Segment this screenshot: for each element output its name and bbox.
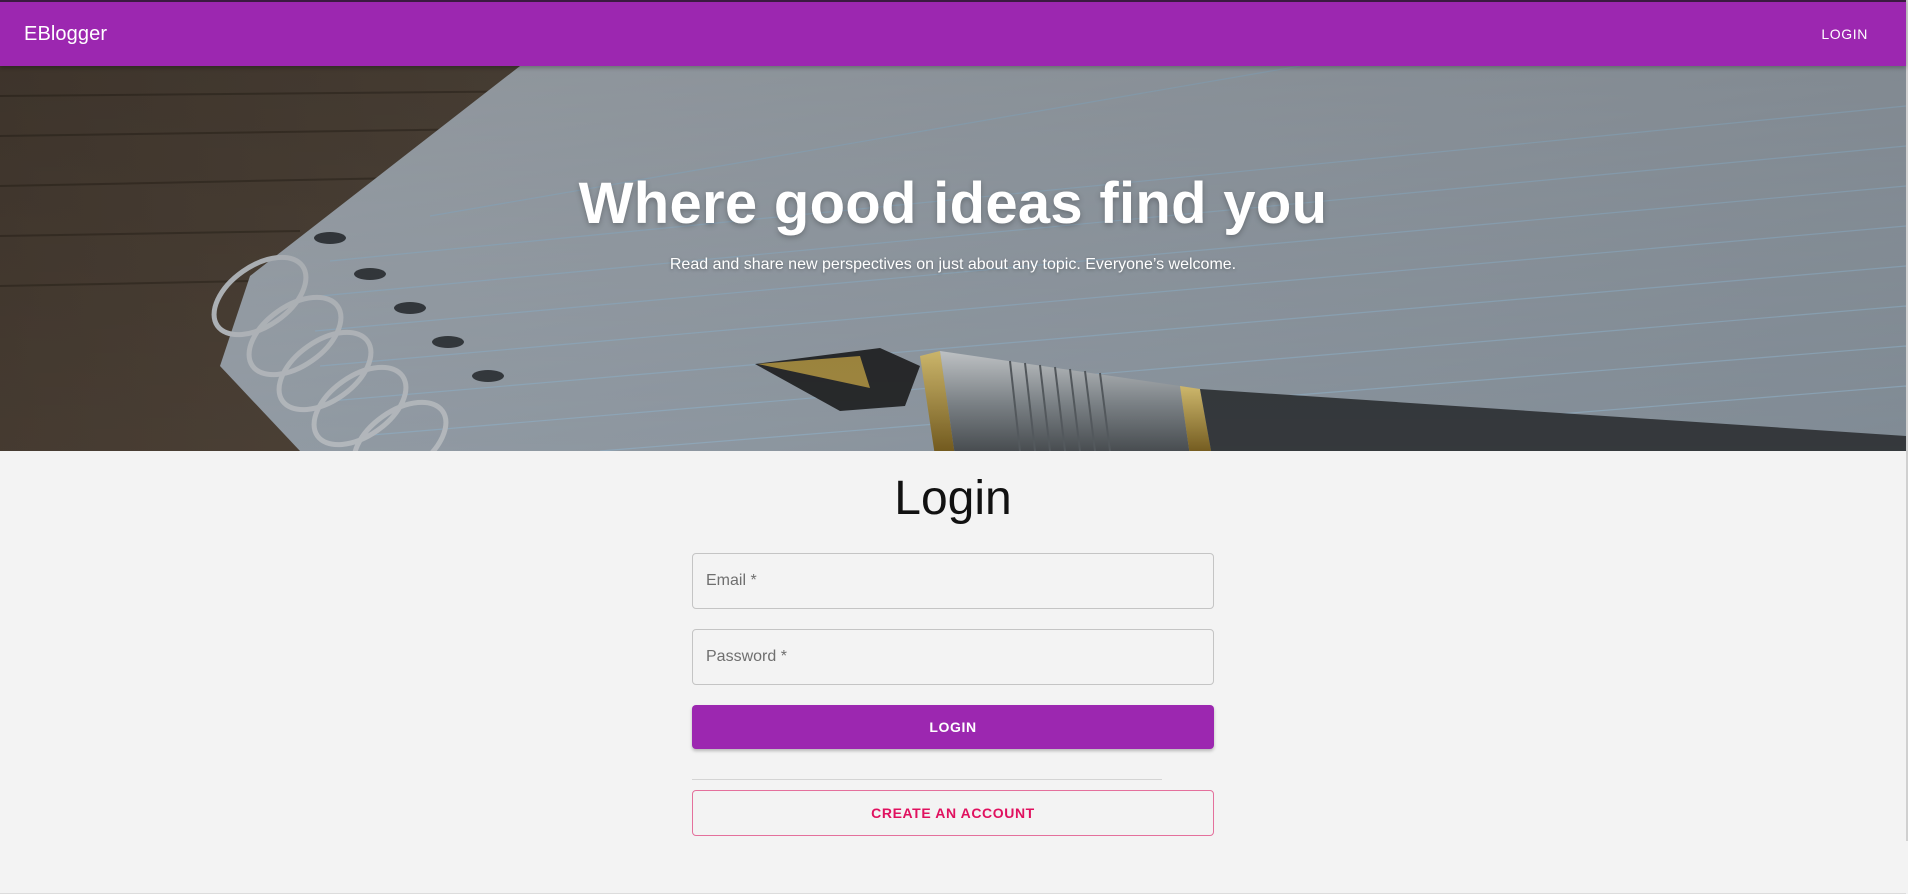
email-field[interactable] (692, 553, 1214, 609)
password-input[interactable] (693, 630, 1213, 684)
login-heading: Login (894, 472, 1012, 525)
create-account-button[interactable]: CREATE AN ACCOUNT (692, 790, 1214, 836)
brand-logo-text[interactable]: EBlogger (24, 23, 107, 46)
login-submit-button[interactable]: LOGIN (692, 705, 1214, 749)
password-field[interactable] (692, 629, 1214, 685)
hero-title: Where good ideas find you (578, 171, 1328, 236)
form-divider (692, 779, 1162, 780)
nav-login-button[interactable]: LOGIN (1821, 26, 1868, 42)
app-root: EBlogger LOGIN Where good ideas find you… (0, 0, 1908, 894)
email-input[interactable] (693, 554, 1213, 608)
login-section: Login LOGIN CREATE AN ACCOUNT (0, 451, 1906, 894)
app-bar: EBlogger LOGIN (0, 0, 1906, 66)
hero-subtitle: Read and share new perspectives on just … (669, 256, 1237, 273)
hero-banner: Where good ideas find you Read and share… (0, 66, 1906, 451)
